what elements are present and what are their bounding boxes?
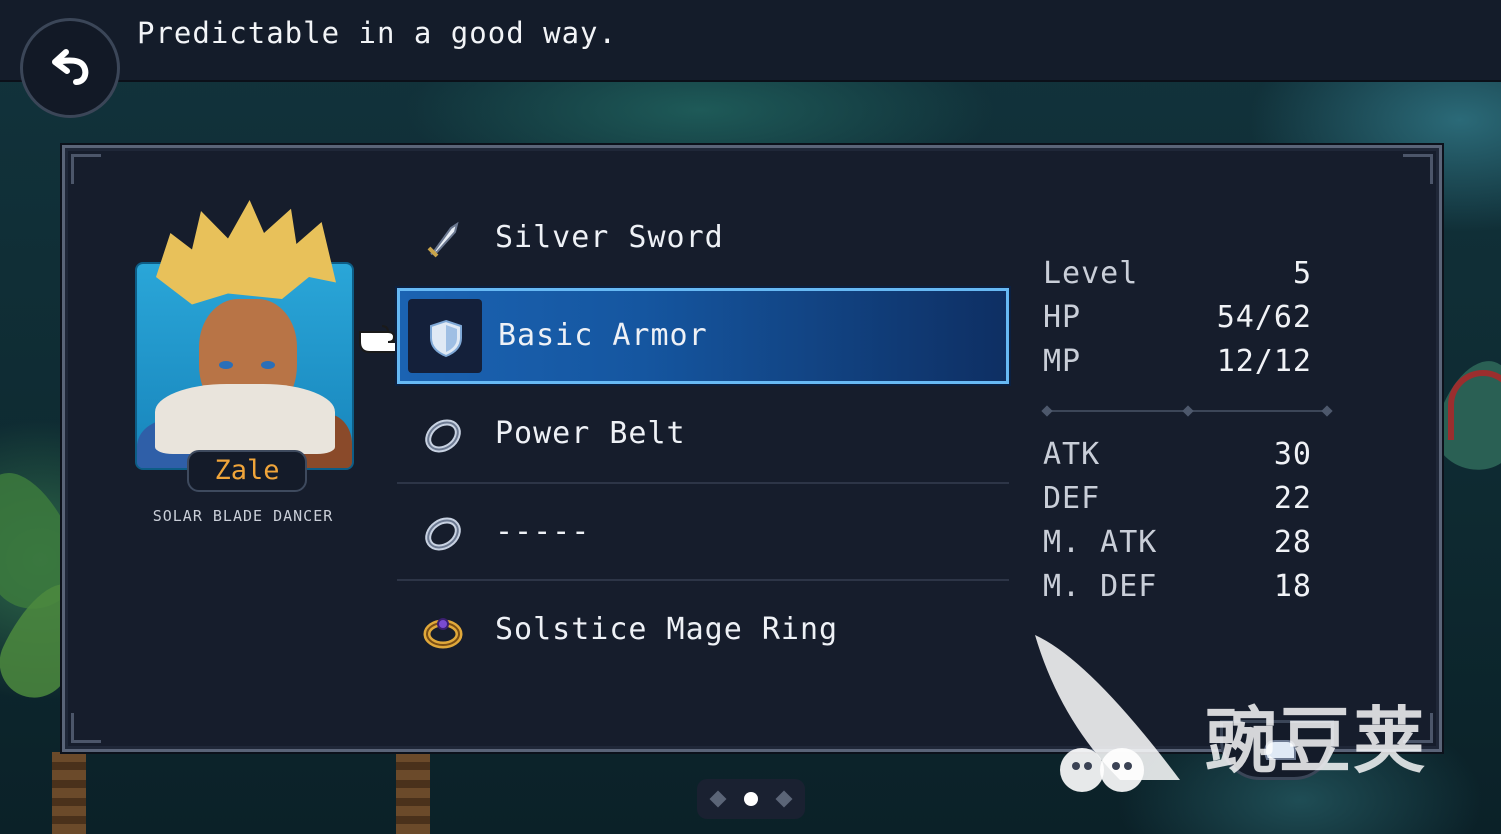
panel-corner-ornament	[1403, 154, 1433, 184]
slot-divider	[397, 579, 1009, 581]
ring-icon	[425, 419, 461, 453]
character-class: SOLAR BLADE DANCER	[152, 507, 334, 525]
stat-mp-label: MP	[1043, 344, 1082, 379]
page-dot-active[interactable]	[744, 792, 758, 806]
dialog-text: Predictable in a good way.	[137, 16, 617, 50]
stat-atk-label: ATK	[1043, 437, 1101, 472]
equip-slot-label: Power Belt	[495, 416, 686, 451]
equip-slot-accessory-2[interactable]: -----	[397, 484, 1009, 580]
equip-slot-weapon[interactable]: Silver Sword	[397, 190, 1009, 286]
equip-slot-label: Solstice Mage Ring	[495, 612, 839, 647]
palm-trunk	[52, 752, 86, 834]
page-dot[interactable]	[775, 790, 793, 808]
back-button[interactable]	[20, 18, 120, 118]
palm-trunk	[396, 752, 430, 834]
equip-slot-label: Basic Armor	[498, 318, 708, 353]
stat-def-value: 22	[1273, 481, 1312, 516]
stat-mp-value: 12/12	[1216, 344, 1312, 379]
eye	[219, 361, 233, 369]
watermark-logo	[1035, 635, 1180, 792]
stat-mdef-label: M. DEF	[1043, 569, 1158, 604]
panel-corner-ornament	[71, 154, 101, 184]
character-name: Zale	[187, 450, 307, 492]
gold-ring-icon	[423, 618, 463, 649]
stat-level-value: 5	[1292, 256, 1312, 291]
stat-level-label: Level	[1043, 256, 1139, 291]
stat-matk-value: 28	[1273, 525, 1312, 560]
stat-def-label: DEF	[1043, 481, 1101, 516]
panel-corner-ornament	[71, 713, 101, 743]
equip-slot-armor[interactable]: Basic Armor	[397, 288, 1009, 384]
page-indicator[interactable]	[697, 779, 805, 819]
stat-mdef-value: 18	[1273, 569, 1312, 604]
equip-slot-label: -----	[495, 514, 591, 549]
ring-icon	[425, 517, 461, 551]
equip-slot-accessory-1[interactable]: Power Belt	[397, 386, 1009, 482]
dialog-bar: Predictable in a good way.	[0, 0, 1501, 82]
sword-icon	[427, 221, 459, 258]
equip-slot-accessory-3[interactable]: Solstice Mage Ring	[397, 582, 1009, 678]
undo-arrow-icon	[52, 49, 89, 85]
equip-slot-label: Silver Sword	[495, 220, 724, 255]
stat-matk-label: M. ATK	[1043, 525, 1158, 560]
eye	[261, 361, 275, 369]
page-dot[interactable]	[709, 790, 727, 808]
stats-divider	[1041, 405, 1333, 417]
shield-icon	[430, 319, 462, 358]
stat-atk-value: 30	[1273, 437, 1312, 472]
stat-hp-label: HP	[1043, 300, 1082, 335]
scarf	[155, 384, 335, 454]
stat-hp-value: 54/62	[1216, 300, 1312, 335]
watermark-text: 豌豆荚	[1205, 699, 1428, 783]
